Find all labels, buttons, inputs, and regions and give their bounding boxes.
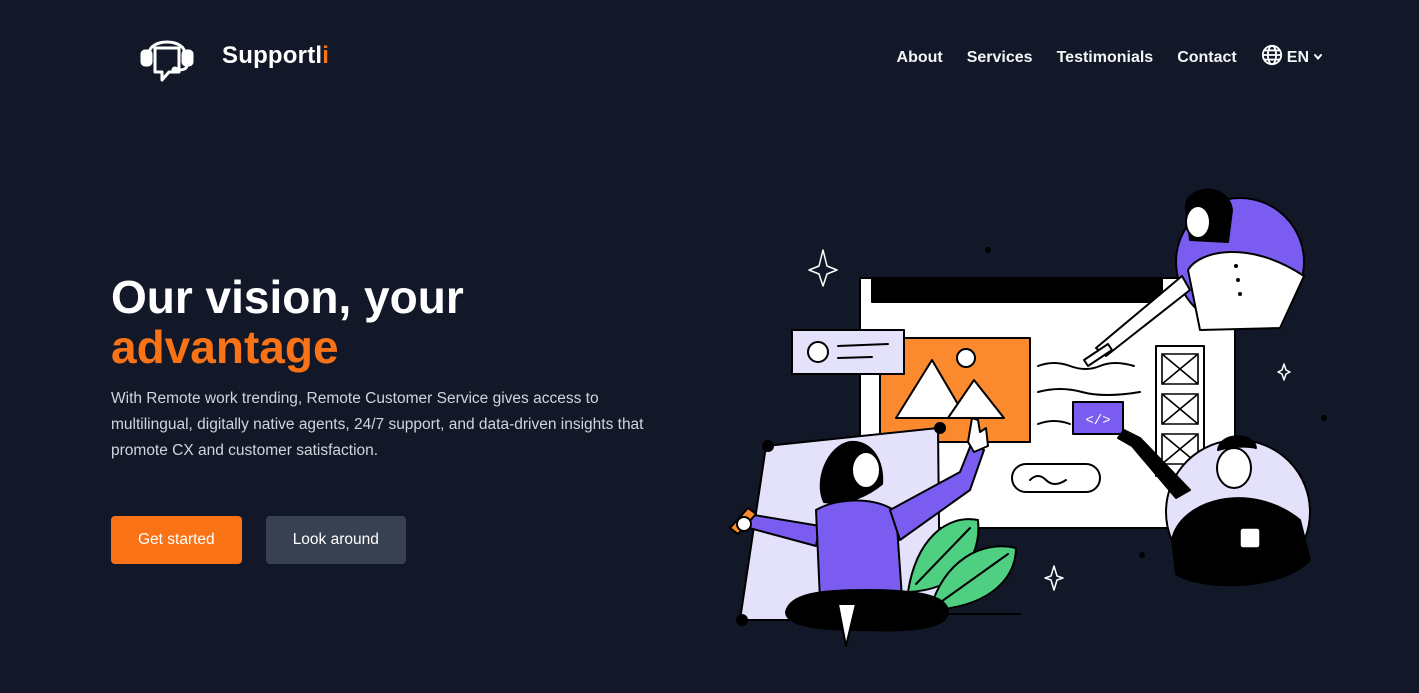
hero-title-highlight: advantage <box>111 321 339 373</box>
nav-link-services[interactable]: Services <box>967 49 1033 67</box>
nav-link-contact[interactable]: Contact <box>1177 49 1237 67</box>
hero-buttons: Get started Look around <box>111 516 406 564</box>
headset-chat-icon[interactable] <box>135 24 199 88</box>
hero-title-line1: Our vision, your <box>111 271 464 323</box>
language-label: EN <box>1286 48 1309 66</box>
chevron-down-icon <box>1313 49 1323 67</box>
nav-link-testimonials[interactable]: Testimonials <box>1057 49 1154 67</box>
landing-page: Supportli About Services Testimonials Co… <box>0 0 1419 693</box>
nav-link-about[interactable]: About <box>897 49 943 67</box>
hero-section: Our vision, your advantage With Remote w… <box>111 272 691 464</box>
hero-illustration: </> <box>720 180 1340 650</box>
brand-accent: i <box>322 42 330 69</box>
hero-description: With Remote work trending, Remote Custom… <box>111 390 644 459</box>
main-nav: About Services Testimonials Contact EN <box>897 44 1323 71</box>
brand-text: Supportl <box>222 42 323 69</box>
get-started-button[interactable]: Get started <box>111 516 242 564</box>
chat-card <box>791 329 905 375</box>
code-tag-label: </> <box>1085 413 1110 429</box>
language-selector[interactable]: EN <box>1261 44 1323 71</box>
brand-name[interactable]: Supportli <box>222 42 329 70</box>
hero-title: Our vision, your advantage <box>111 272 691 372</box>
site-header: Supportli About Services Testimonials Co… <box>0 0 1419 110</box>
globe-icon <box>1261 44 1283 71</box>
look-around-button[interactable]: Look around <box>265 516 406 564</box>
